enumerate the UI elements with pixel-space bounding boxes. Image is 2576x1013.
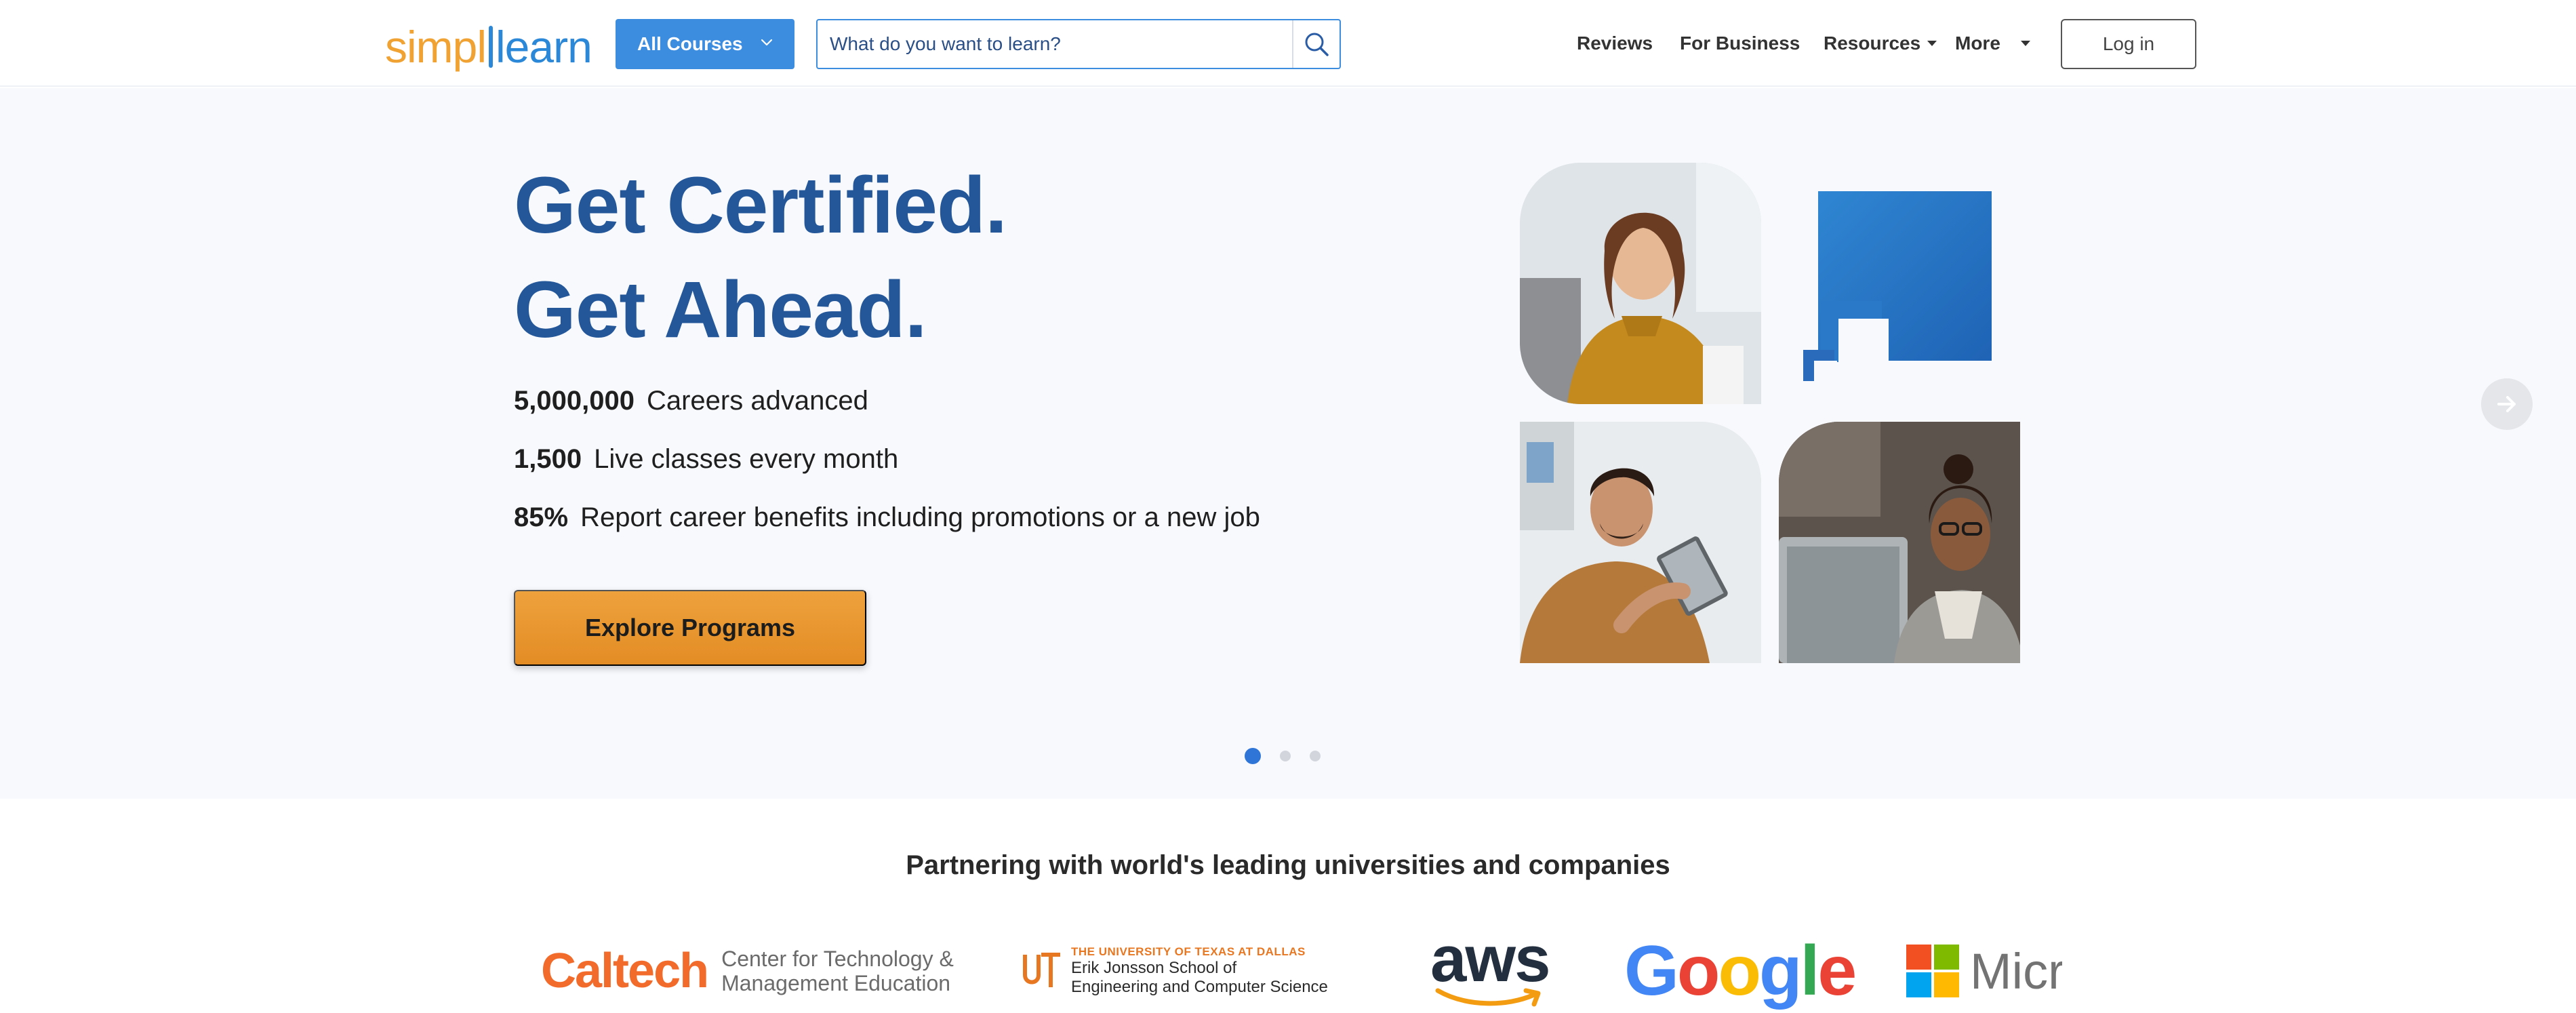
search-button[interactable] xyxy=(1292,20,1340,68)
search-input[interactable] xyxy=(818,20,1292,68)
hero-photo-woman-yellow-sweater xyxy=(1520,163,1761,404)
all-courses-button[interactable]: All Courses xyxy=(616,19,794,69)
aws-logo[interactable]: aws xyxy=(1430,927,1550,1013)
nav-more[interactable]: More xyxy=(1955,0,2030,87)
carousel-dot-2[interactable] xyxy=(1280,751,1291,761)
caltech-logo[interactable]: Caltech Center for Technology & Manageme… xyxy=(541,929,954,1013)
stat-career-benefits: 85% Report career benefits including prom… xyxy=(514,502,1260,532)
login-button[interactable]: Log in xyxy=(2061,19,2196,69)
carousel-dot-3[interactable] xyxy=(1310,751,1321,761)
explore-programs-button[interactable]: Explore Programs xyxy=(514,590,866,666)
search-icon xyxy=(1305,33,1329,56)
hero-section: Get Certified. Get Ahead. 5,000,000 Caree… xyxy=(0,88,2576,799)
carousel-next-button[interactable] xyxy=(2481,378,2533,430)
microsoft-squares-icon xyxy=(1906,945,1959,997)
logo-bar xyxy=(489,26,494,68)
partners-title: Partnering with world's leading universi… xyxy=(906,850,1670,880)
all-courses-label: All Courses xyxy=(637,33,743,54)
arrow-right-icon xyxy=(2497,396,2516,412)
simplilearn-logo[interactable]: simpl learn xyxy=(385,20,592,69)
carousel-dot-1[interactable] xyxy=(1245,748,1261,764)
hero-photo-man-tablet xyxy=(1520,422,1761,663)
nav-for-business[interactable]: For Business xyxy=(1680,0,1800,87)
nav-resources[interactable]: Resources xyxy=(1824,0,1937,87)
stat-live-classes: 1,500 Live classes every month xyxy=(514,444,899,474)
utd-mark-icon xyxy=(1023,953,1060,987)
chevron-down-icon xyxy=(761,39,773,46)
site-header: simpl learn All Courses Reviews For Busi… xyxy=(0,0,2576,87)
stat-careers: 5,000,000 Careers advanced xyxy=(514,386,868,416)
hero-photo-woman-laptop xyxy=(1779,422,2020,663)
search-box xyxy=(816,19,1341,69)
caret-down-icon xyxy=(2020,41,2030,46)
carousel-dots xyxy=(1245,746,1321,766)
partner-logos: Caltech Center for Technology & Manageme… xyxy=(0,927,2576,1013)
utd-logo[interactable]: THE UNIVERSITY OF TEXAS AT DALLAS Erik J… xyxy=(1021,929,1328,1013)
caret-down-icon xyxy=(1927,41,1937,46)
aws-smile-icon xyxy=(1435,988,1541,1007)
google-logo[interactable]: Google xyxy=(1624,929,1857,1013)
microsoft-logo[interactable]: Microsoft xyxy=(1906,929,2062,1013)
nav-reviews[interactable]: Reviews xyxy=(1577,0,1653,87)
hero-title: Get Certified. Get Ahead. xyxy=(514,161,1007,355)
